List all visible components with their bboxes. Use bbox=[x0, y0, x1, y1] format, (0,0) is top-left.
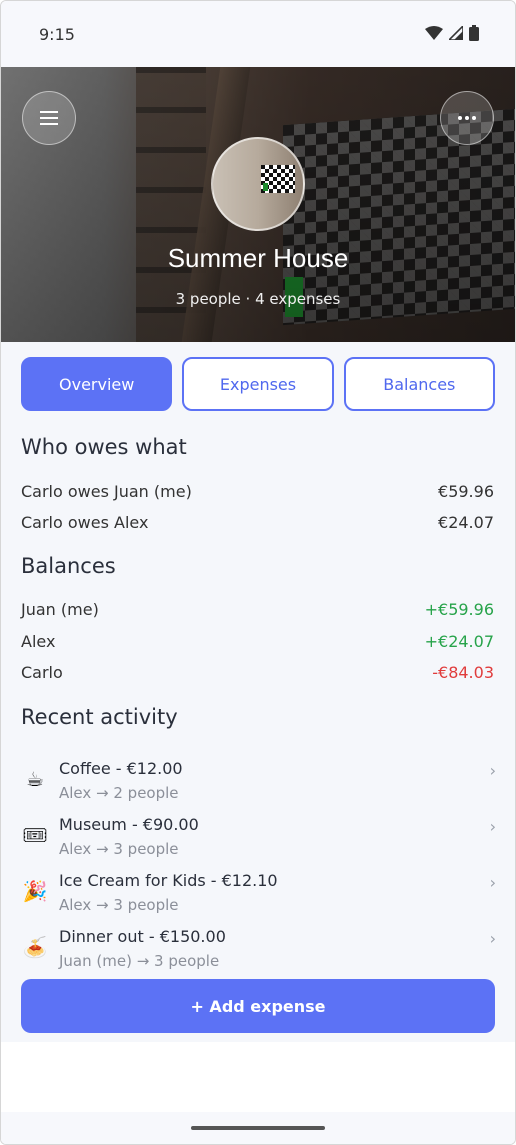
tab-expenses[interactable]: Expenses bbox=[182, 357, 334, 411]
debt-label: Carlo owes Alex bbox=[21, 513, 149, 532]
balance-name: Juan (me) bbox=[21, 600, 99, 619]
activity-split: Alex → 3 people bbox=[59, 840, 179, 858]
status-bar: 9:15 bbox=[1, 1, 515, 67]
menu-button[interactable] bbox=[22, 91, 76, 145]
battery-icon bbox=[469, 25, 479, 41]
party-popper-icon: 🎉 bbox=[22, 879, 48, 903]
group-header: Summer House 3 people · 4 expenses bbox=[1, 67, 515, 342]
group-avatar[interactable] bbox=[211, 137, 305, 231]
chevron-right-icon: › bbox=[489, 817, 496, 836]
activity-title: Ice Cream for Kids - €12.10 bbox=[59, 871, 278, 890]
balance-name: Carlo bbox=[21, 663, 63, 682]
who-owes-title: Who owes what bbox=[21, 435, 187, 459]
debt-amount: €24.07 bbox=[438, 513, 494, 532]
coffee-icon: ☕ bbox=[26, 767, 44, 791]
debt-amount: €59.96 bbox=[438, 482, 494, 501]
status-time: 9:15 bbox=[39, 25, 75, 44]
system-icons bbox=[425, 25, 479, 41]
home-indicator[interactable] bbox=[191, 1126, 325, 1130]
balance-name: Alex bbox=[21, 632, 56, 651]
signal-icon bbox=[449, 26, 463, 40]
chevron-right-icon: › bbox=[489, 929, 496, 948]
balance-row: Alex +€24.07 bbox=[21, 632, 494, 651]
activity-title: Coffee - €12.00 bbox=[59, 759, 183, 778]
debt-row: Carlo owes Juan (me) €59.96 bbox=[21, 482, 494, 501]
debt-row: Carlo owes Alex €24.07 bbox=[21, 513, 494, 532]
activity-split: Alex → 2 people bbox=[59, 784, 179, 802]
tab-bar: Overview Expenses Balances bbox=[21, 357, 495, 411]
wifi-icon bbox=[425, 26, 443, 40]
tab-overview[interactable]: Overview bbox=[21, 357, 173, 411]
activity-item[interactable]: 🎟 Museum - €90.00 Alex → 3 people › bbox=[21, 815, 496, 865]
balance-row: Carlo -€84.03 bbox=[21, 663, 494, 682]
group-name: Summer House bbox=[167, 243, 349, 273]
balances-title: Balances bbox=[21, 554, 116, 578]
activity-title: Dinner out - €150.00 bbox=[59, 927, 226, 946]
spaghetti-icon: 🍝 bbox=[22, 935, 48, 959]
recent-activity-title: Recent activity bbox=[21, 705, 178, 729]
activity-item[interactable]: 🎉 Ice Cream for Kids - €12.10 Alex → 3 p… bbox=[21, 871, 496, 921]
phone-screen: 9:15 Summer House 3 people · 4 expenses … bbox=[0, 0, 516, 1145]
balance-amount: +€24.07 bbox=[424, 632, 494, 651]
chevron-right-icon: › bbox=[489, 873, 496, 892]
hamburger-icon bbox=[40, 111, 58, 125]
more-options-button[interactable] bbox=[440, 91, 494, 145]
group-summary: 3 people · 4 expenses bbox=[175, 290, 341, 308]
ticket-icon: 🎟 bbox=[22, 823, 48, 847]
balance-row: Juan (me) +€59.96 bbox=[21, 600, 494, 619]
activity-item[interactable]: ☕ Coffee - €12.00 Alex → 2 people › bbox=[21, 759, 496, 809]
tab-balances[interactable]: Balances bbox=[343, 357, 495, 411]
overview-content: Overview Expenses Balances Who owes what… bbox=[1, 342, 515, 1042]
activity-split: Alex → 3 people bbox=[59, 896, 179, 914]
debt-label: Carlo owes Juan (me) bbox=[21, 482, 192, 501]
chevron-right-icon: › bbox=[489, 761, 496, 780]
activity-split: Juan (me) → 3 people bbox=[59, 952, 220, 970]
gesture-nav-bar bbox=[1, 1112, 515, 1144]
activity-item[interactable]: 🍝 Dinner out - €150.00 Juan (me) → 3 peo… bbox=[21, 927, 496, 977]
activity-title: Museum - €90.00 bbox=[59, 815, 199, 834]
balance-amount: +€59.96 bbox=[424, 600, 494, 619]
add-expense-button[interactable]: + Add expense bbox=[21, 979, 495, 1033]
balance-amount: -€84.03 bbox=[432, 663, 494, 682]
more-dots-icon bbox=[458, 116, 476, 120]
